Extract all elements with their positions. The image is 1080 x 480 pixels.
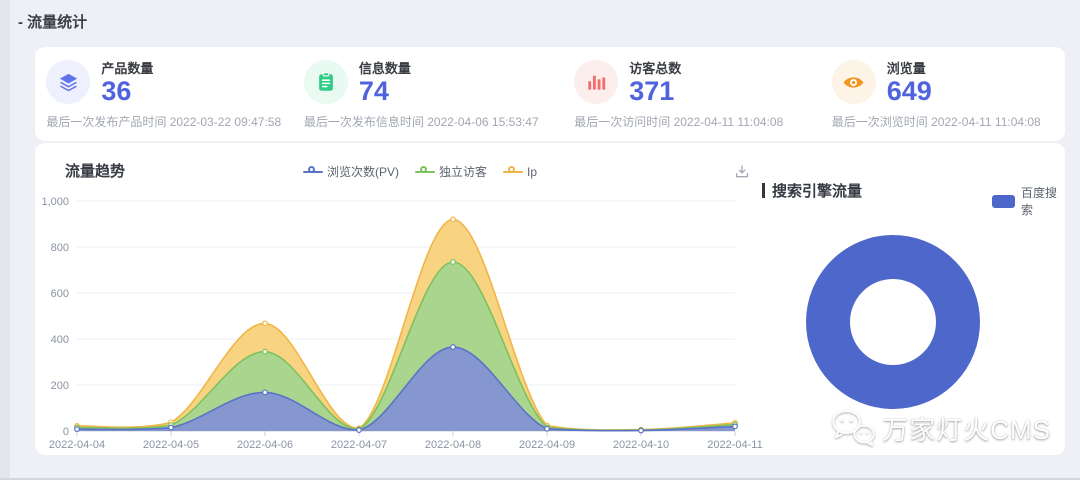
charts-card: 流量趋势 浏览次数(PV) 独立访客 Ip bbox=[35, 143, 1065, 455]
line-marker-icon bbox=[303, 166, 323, 177]
stat-subtext: 最后一次发布信息时间 2022-04-06 15:53:47 bbox=[304, 113, 539, 130]
eye-icon bbox=[832, 60, 876, 104]
svg-text:600: 600 bbox=[51, 288, 69, 300]
left-edge-strip bbox=[0, 0, 10, 480]
stat-value: 36 bbox=[101, 76, 153, 106]
stat-value: 649 bbox=[887, 76, 932, 106]
svg-text:800: 800 bbox=[51, 242, 69, 254]
svg-text:2022-04-08: 2022-04-08 bbox=[425, 439, 481, 451]
trend-legend: 浏览次数(PV) 独立访客 Ip bbox=[303, 163, 537, 180]
stat-label: 浏览量 bbox=[887, 61, 932, 76]
stat-value: 371 bbox=[629, 76, 681, 106]
line-marker-icon bbox=[503, 166, 523, 177]
stat-label: 访客总数 bbox=[629, 61, 681, 76]
svg-text:2022-04-11: 2022-04-11 bbox=[707, 439, 762, 451]
line-marker-icon bbox=[415, 166, 435, 177]
layers-icon bbox=[46, 60, 90, 104]
svg-text:2022-04-05: 2022-04-05 bbox=[143, 439, 199, 451]
svg-text:2022-04-04: 2022-04-04 bbox=[49, 439, 105, 451]
stats-card: 产品数量 36 最后一次发布产品时间 2022-03-22 09:47:58 bbox=[35, 47, 1065, 141]
svg-text:2022-04-09: 2022-04-09 bbox=[519, 439, 575, 451]
title-bar-decoration bbox=[762, 183, 765, 198]
legend-label: 浏览次数(PV) bbox=[327, 163, 399, 180]
legend-label: Ip bbox=[527, 165, 537, 179]
svg-text:0: 0 bbox=[63, 426, 69, 438]
stat-label: 信息数量 bbox=[359, 61, 411, 76]
stat-subtext: 最后一次浏览时间 2022-04-11 11:04:08 bbox=[832, 113, 1041, 130]
stat-subtext: 最后一次发布产品时间 2022-03-22 09:47:58 bbox=[46, 113, 281, 130]
donut-ring[interactable] bbox=[828, 257, 958, 387]
legend-label: 独立访客 bbox=[439, 163, 487, 180]
legend-item-uv[interactable]: 独立访客 bbox=[415, 163, 487, 180]
svg-text:2022-04-10: 2022-04-10 bbox=[613, 439, 669, 451]
download-icon[interactable] bbox=[734, 164, 752, 182]
legend-item-pv[interactable]: 浏览次数(PV) bbox=[303, 163, 399, 180]
stat-pageviews: 浏览量 649 最后一次浏览时间 2022-04-11 11:04:08 bbox=[808, 60, 1066, 130]
svg-text:400: 400 bbox=[51, 334, 69, 346]
stat-product-count: 产品数量 36 最后一次发布产品时间 2022-03-22 09:47:58 bbox=[35, 60, 293, 130]
clipboard-icon bbox=[304, 60, 348, 104]
trend-chart-title: 流量趋势 bbox=[65, 160, 125, 181]
svg-text:200: 200 bbox=[51, 380, 69, 392]
stat-visitor-total: 访客总数 371 最后一次访问时间 2022-04-11 11:04:08 bbox=[550, 60, 808, 130]
stat-value: 74 bbox=[359, 76, 411, 106]
search-engine-title: 搜索引擎流量 bbox=[762, 180, 862, 201]
svg-text:2022-04-06: 2022-04-06 bbox=[237, 439, 293, 451]
bar-chart-icon bbox=[574, 60, 618, 104]
svg-text:2022-04-07: 2022-04-07 bbox=[331, 439, 387, 451]
section-title: - 流量统计 bbox=[18, 11, 87, 32]
trend-area-chart[interactable]: 0 200 400 600 800 1,000 2022-04-04 2022-04-05 20… bbox=[35, 185, 785, 455]
search-donut-chart[interactable] bbox=[758, 199, 1028, 449]
stat-info-count: 信息数量 74 最后一次发布信息时间 2022-04-06 15:53:47 bbox=[293, 60, 551, 130]
stat-subtext: 最后一次访问时间 2022-04-11 11:04:08 bbox=[574, 113, 783, 130]
svg-text:1,000: 1,000 bbox=[41, 196, 69, 208]
stat-label: 产品数量 bbox=[101, 61, 153, 76]
legend-item-ip[interactable]: Ip bbox=[503, 165, 537, 179]
